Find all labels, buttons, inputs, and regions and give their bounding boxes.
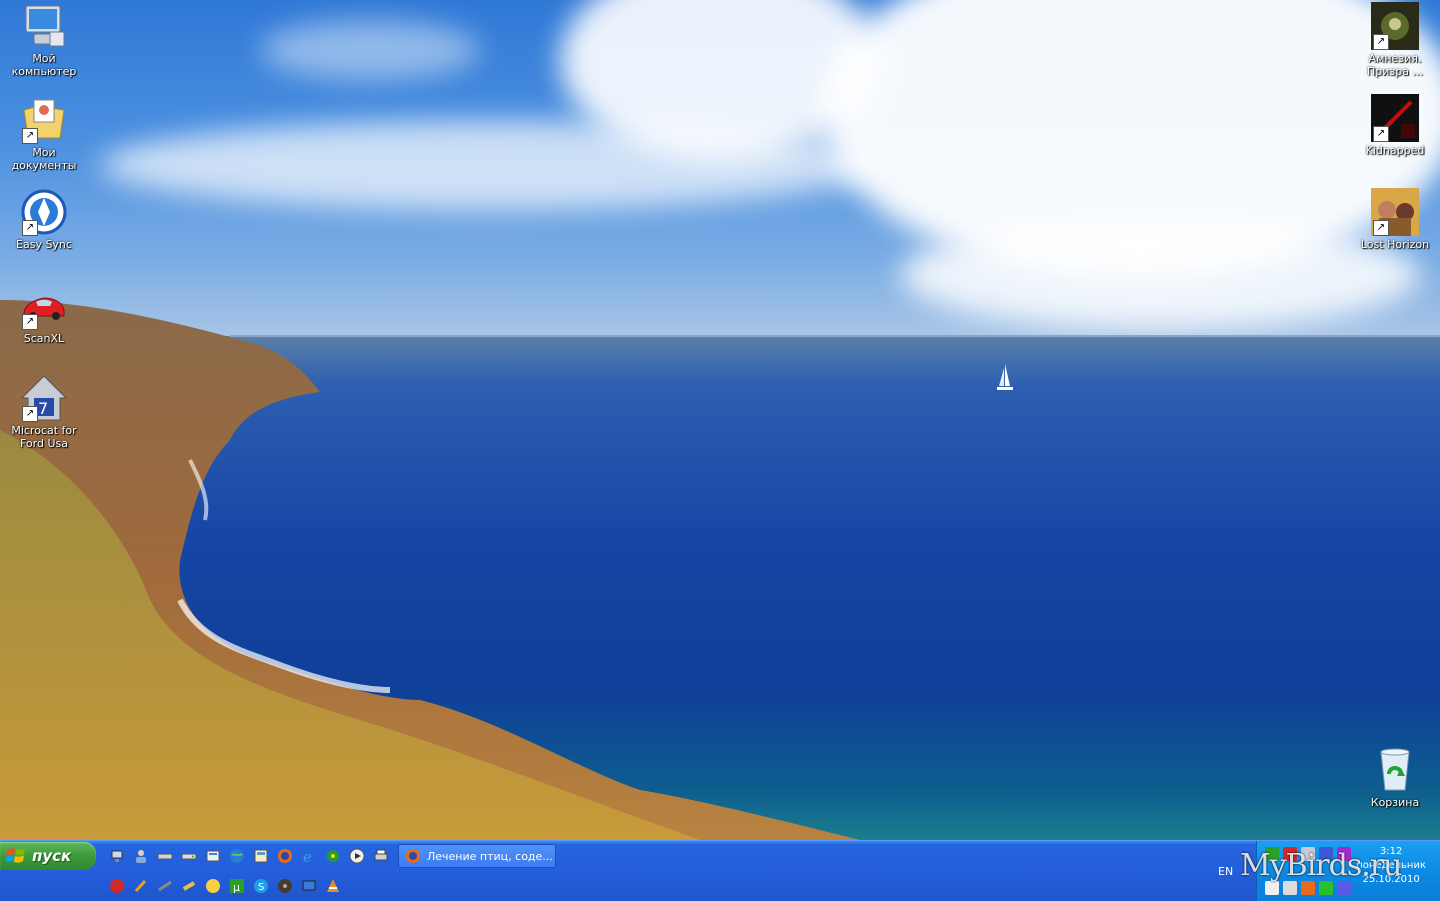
- quick-launch-brush-icon[interactable]: [132, 877, 150, 895]
- kidnapped-game-icon: ↗: [1371, 94, 1419, 142]
- svg-text:S: S: [258, 882, 264, 893]
- recycle-bin-icon: [1371, 746, 1419, 794]
- desktop-icon-label: Мои документы: [11, 146, 77, 172]
- desktop-icon-scanxl[interactable]: ↗ ScanXL: [0, 282, 88, 345]
- taskbar-window-title: Лечение птиц, соде...: [427, 849, 553, 863]
- quick-launch-counter-icon[interactable]: [108, 877, 126, 895]
- shortcut-arrow-icon: ↗: [1373, 34, 1389, 50]
- easy-sync-icon: ↗: [20, 188, 68, 236]
- shortcut-arrow-icon: ↗: [22, 406, 38, 422]
- tray-utorrent-icon[interactable]: [1265, 847, 1279, 861]
- cloud: [900, 220, 1420, 330]
- clock[interactable]: 3:12 понедельник 25.10.2010: [1356, 845, 1426, 887]
- desktop-icon-recycle-bin[interactable]: Корзина: [1351, 746, 1439, 809]
- windows-flag-icon: [6, 848, 25, 863]
- shortcut-arrow-icon: ↗: [1373, 126, 1389, 142]
- desktop-icon-easy-sync[interactable]: ↗ Easy Sync: [0, 188, 88, 251]
- quick-launch-network-icon[interactable]: [108, 847, 126, 865]
- red-car-icon: ↗: [20, 282, 68, 330]
- taskbar-window-button[interactable]: Лечение птиц, соде...: [398, 844, 556, 868]
- coastal-cliff: [0, 300, 860, 840]
- quick-launch-drive2-icon[interactable]: [180, 847, 198, 865]
- desktop-icon-amnesia[interactable]: ↗ Амнезия. Призра ...: [1351, 2, 1439, 78]
- tray-volume-icon[interactable]: [1337, 881, 1351, 895]
- my-documents-icon: ↗: [20, 96, 68, 144]
- quick-launch-firefox-icon[interactable]: [276, 847, 294, 865]
- quick-launch-edit-icon[interactable]: [180, 877, 198, 895]
- clock-date: 25.10.2010: [1362, 874, 1420, 885]
- svg-text:µ: µ: [233, 881, 240, 894]
- quick-launch-printer-icon[interactable]: [372, 847, 390, 865]
- quick-launch-row-2: µ S: [108, 877, 342, 895]
- microcat-icon: 7 ↗: [20, 374, 68, 422]
- quick-launch-folder-icon[interactable]: [204, 847, 222, 865]
- tray-icons: [1265, 847, 1355, 895]
- desktop-wallpaper: [0, 0, 1440, 840]
- tray-wifi-icon[interactable]: [1319, 847, 1333, 861]
- amnesia-game-icon: ↗: [1371, 2, 1419, 50]
- svg-text:e: e: [303, 848, 312, 864]
- desktop-icon-my-computer[interactable]: Мой компьютер: [0, 2, 88, 78]
- quick-launch-flower-icon[interactable]: [324, 847, 342, 865]
- svg-text:7: 7: [38, 399, 48, 418]
- desktop-icon-label: ScanXL: [23, 332, 65, 345]
- desktop-icon-my-documents[interactable]: ↗ Мои документы: [0, 96, 88, 172]
- tray-update-icon[interactable]: [1301, 881, 1315, 895]
- my-computer-icon: [20, 2, 68, 50]
- system-tray: 3:12 понедельник 25.10.2010: [1256, 841, 1440, 901]
- tray-close-icon[interactable]: [1283, 847, 1297, 861]
- firefox-icon: [406, 849, 420, 863]
- desktop-icon-label: Kidnapped: [1365, 144, 1425, 157]
- start-label: пуск: [32, 847, 72, 865]
- tray-power-icon[interactable]: [1265, 881, 1279, 895]
- clock-day: понедельник: [1356, 860, 1426, 871]
- quick-launch-media-icon[interactable]: [348, 847, 366, 865]
- quick-launch-smile-icon[interactable]: [204, 877, 222, 895]
- quick-launch-disc-icon[interactable]: [276, 877, 294, 895]
- quick-launch-tool-icon[interactable]: [156, 877, 174, 895]
- tray-settings-icon[interactable]: [1283, 881, 1297, 895]
- tray-nvidia-icon[interactable]: [1319, 881, 1333, 895]
- desktop-icon-kidnapped[interactable]: ↗ Kidnapped: [1351, 94, 1439, 157]
- tray-network-icon[interactable]: [1301, 847, 1315, 861]
- sailboat: [997, 364, 1013, 390]
- quick-launch-skype-icon[interactable]: S: [252, 877, 270, 895]
- quick-launch-user-icon[interactable]: [132, 847, 150, 865]
- quick-launch-ie-icon[interactable]: e: [300, 847, 318, 865]
- desktop-icon-label: Lost Horizon: [1360, 238, 1430, 251]
- desktop-icon-label: Корзина: [1370, 796, 1420, 809]
- quick-launch-row-1: e: [108, 847, 390, 865]
- desktop-icon-label: Microcat for Ford Usa: [11, 424, 77, 450]
- shortcut-arrow-icon: ↗: [22, 220, 38, 236]
- tray-app-icon[interactable]: [1337, 847, 1351, 861]
- quick-launch-vlc-icon[interactable]: [324, 877, 342, 895]
- quick-launch-globe-icon[interactable]: [228, 847, 246, 865]
- quick-launch-explorer-icon[interactable]: [252, 847, 270, 865]
- shortcut-arrow-icon: ↗: [22, 128, 38, 144]
- quick-launch-drive-icon[interactable]: [156, 847, 174, 865]
- desktop-icon-label: Мой компьютер: [11, 52, 77, 78]
- clock-time: 3:12: [1379, 846, 1403, 857]
- lost-horizon-game-icon: ↗: [1371, 188, 1419, 236]
- shortcut-arrow-icon: ↗: [1373, 220, 1389, 236]
- desktop-icon-label: Easy Sync: [16, 238, 72, 251]
- start-button[interactable]: пуск: [0, 842, 96, 870]
- desktop-icon-label: Амнезия. Призра ...: [1367, 52, 1423, 78]
- desktop-icon-microcat[interactable]: 7 ↗ Microcat for Ford Usa: [0, 374, 88, 450]
- taskbar: пуск e µ S Лечение птиц, соде... EN 3:12…: [0, 840, 1440, 901]
- shortcut-arrow-icon: ↗: [22, 314, 38, 330]
- desktop-icon-lost-horizon[interactable]: ↗ Lost Horizon: [1351, 188, 1439, 251]
- quick-launch-desktop-icon[interactable]: [300, 877, 318, 895]
- quick-launch-utorrent-icon[interactable]: µ: [228, 877, 246, 895]
- language-indicator[interactable]: EN: [1218, 865, 1233, 878]
